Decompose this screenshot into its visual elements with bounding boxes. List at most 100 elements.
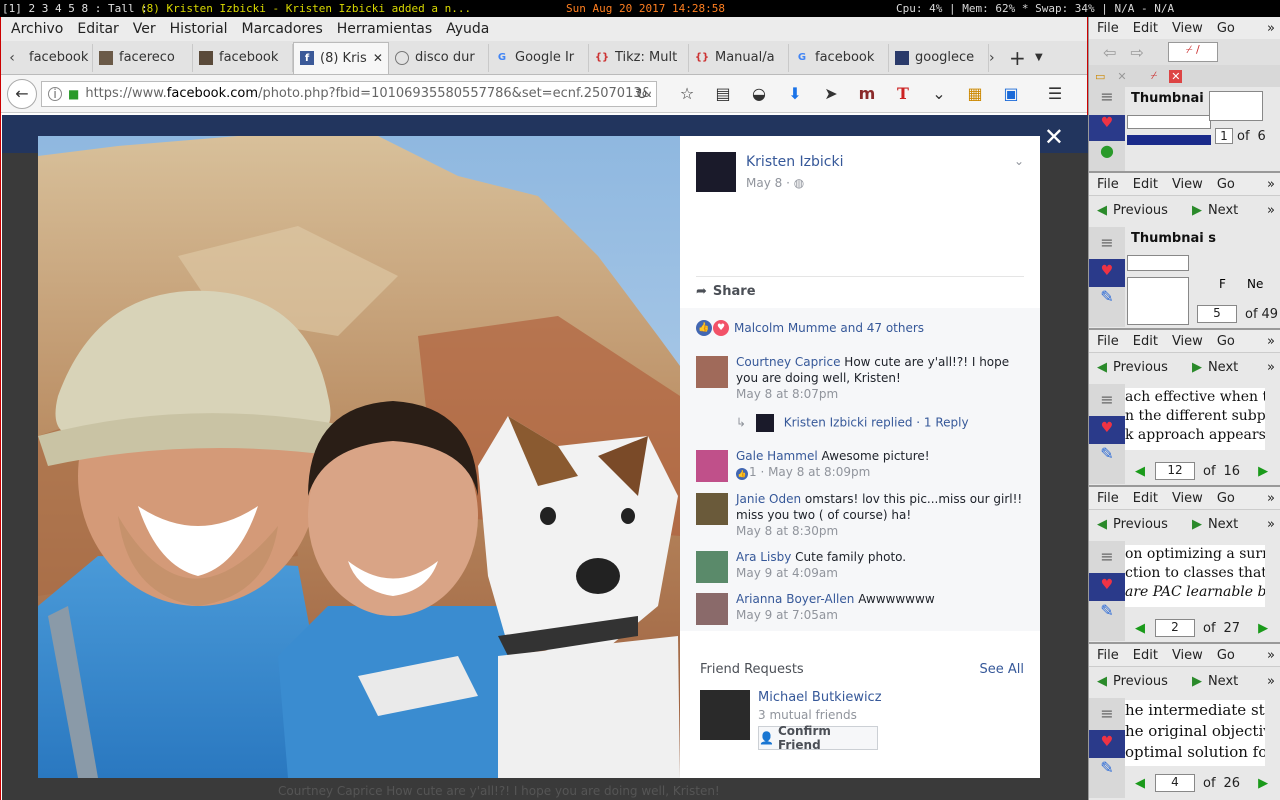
thumbnail-search[interactable]: [1127, 115, 1211, 129]
confirm-friend-button[interactable]: 👤 Confirm Friend: [758, 724, 878, 752]
url-bar[interactable]: i ■ https://www.facebook.com/photo.php?f…: [41, 80, 657, 107]
lines-icon[interactable]: ≡: [1089, 541, 1125, 573]
send-icon[interactable]: ➤: [813, 84, 849, 103]
download-icon[interactable]: ⬇: [777, 84, 813, 103]
tab[interactable]: facebook: [193, 43, 293, 72]
menu-editar[interactable]: Editar: [77, 21, 118, 37]
next-page-icon[interactable]: ▶: [1258, 621, 1268, 636]
menu-view[interactable]: View: [1172, 491, 1203, 506]
page-number[interactable]: 12: [1155, 462, 1195, 480]
pencil-icon[interactable]: ✎: [1089, 444, 1125, 474]
hamburger-menu-icon[interactable]: ☰: [1037, 84, 1073, 103]
heart-image-icon[interactable]: ♥: [1089, 416, 1125, 444]
thumbnail-preview[interactable]: [1209, 91, 1263, 121]
tab[interactable]: facereco: [93, 43, 193, 72]
overflow-chevron-icon[interactable]: »: [1267, 648, 1275, 663]
menu-herramientas[interactable]: Herramientas: [337, 21, 432, 37]
tab[interactable]: {} Manual/a: [689, 43, 789, 72]
history-back-icon[interactable]: ⇦: [1103, 43, 1116, 62]
next-page-icon[interactable]: ▶: [1258, 776, 1268, 791]
overflow-chevron-icon[interactable]: »: [1267, 517, 1275, 532]
previous-button[interactable]: ◀ Previous: [1097, 517, 1168, 532]
commenter-name[interactable]: Gale Hammel: [736, 449, 818, 463]
menu-view[interactable]: View: [1172, 21, 1203, 36]
commenter-name[interactable]: Courtney Caprice: [736, 355, 840, 369]
tab[interactable]: Gfacebook: [789, 43, 889, 72]
info-icon[interactable]: i: [48, 86, 62, 101]
page-number[interactable]: 2: [1155, 619, 1195, 637]
thumbnail-preview[interactable]: [1127, 277, 1189, 325]
commenter-avatar[interactable]: [696, 493, 728, 525]
close-tab-icon[interactable]: ✕: [373, 51, 383, 65]
menu-edit[interactable]: Edit: [1133, 491, 1158, 506]
heart-image-icon[interactable]: ♥: [1089, 259, 1125, 287]
menu-view[interactable]: View: [1172, 334, 1203, 349]
friend-name[interactable]: Michael Butkiewicz: [758, 690, 882, 705]
prev-page-icon[interactable]: ◀: [1135, 464, 1145, 479]
history-forward-icon[interactable]: ⇨: [1130, 43, 1143, 62]
menu-historial[interactable]: Historial: [170, 21, 228, 37]
menu-go[interactable]: Go: [1217, 334, 1235, 349]
reply-summary[interactable]: ↳ Kristen Izbicki replied · 1 Reply: [736, 414, 969, 432]
menu-file[interactable]: File: [1097, 21, 1119, 36]
menu-edit[interactable]: Edit: [1133, 177, 1158, 192]
menu-ayuda[interactable]: Ayuda: [446, 21, 489, 37]
page-number[interactable]: 1: [1215, 128, 1233, 144]
next-page-icon[interactable]: ▶: [1258, 464, 1268, 479]
next-button[interactable]: ▶ Next: [1192, 203, 1238, 218]
page-number[interactable]: 5: [1197, 305, 1237, 323]
previous-button[interactable]: ◀ Previous: [1097, 360, 1168, 375]
lines-icon[interactable]: ≡: [1089, 227, 1125, 259]
menu-edit[interactable]: Edit: [1133, 648, 1158, 663]
pocket-icon[interactable]: ◒: [741, 84, 777, 103]
reader-list-icon[interactable]: ▤: [705, 84, 741, 103]
extension-m-icon[interactable]: m: [849, 84, 885, 103]
workspace-list[interactable]: [1] 2 3 4 5 8 : Tall :: [2, 2, 148, 15]
menu-archivo[interactable]: Archivo: [11, 21, 63, 37]
page-number[interactable]: 4: [1155, 774, 1195, 792]
commenter-avatar[interactable]: [696, 450, 728, 482]
commenter-avatar[interactable]: [696, 356, 728, 388]
next-button[interactable]: ▶ Next: [1192, 674, 1238, 689]
menu-go[interactable]: Go: [1217, 177, 1235, 192]
tabs-scroll-right-icon[interactable]: ›: [989, 50, 1009, 66]
tab[interactable]: disco dur: [389, 43, 489, 72]
photo[interactable]: [38, 136, 680, 778]
see-all-link[interactable]: See All: [980, 662, 1025, 677]
extension-chevron-icon[interactable]: ⌄: [921, 84, 957, 103]
heart-image-icon[interactable]: ♥: [1089, 115, 1125, 141]
menu-edit[interactable]: Edit: [1133, 21, 1158, 36]
folder-icon[interactable]: ▭: [1095, 70, 1105, 83]
pencil-icon[interactable]: ✎: [1089, 601, 1125, 631]
close-photo-icon[interactable]: ✕: [1044, 123, 1064, 151]
overflow-chevron-icon[interactable]: »: [1267, 177, 1275, 192]
previous-button[interactable]: ◀ Previous: [1097, 674, 1168, 689]
new-tab-icon[interactable]: +: [1009, 46, 1035, 70]
next-button[interactable]: ▶ Next: [1192, 517, 1238, 532]
extension-t-icon[interactable]: T: [885, 84, 921, 103]
menu-file[interactable]: File: [1097, 177, 1119, 192]
author-avatar[interactable]: [696, 152, 736, 192]
overflow-chevron-icon[interactable]: »: [1267, 334, 1275, 349]
next-button[interactable]: ▶ Next: [1192, 360, 1238, 375]
mutual-friends[interactable]: 3 mutual friends: [758, 708, 857, 722]
prev-page-icon[interactable]: ◀: [1135, 621, 1145, 636]
friend-avatar[interactable]: [700, 690, 750, 740]
tab[interactable]: {} Tikz: Mult: [589, 43, 689, 72]
tab[interactable]: G Google Ir: [489, 43, 589, 72]
overflow-chevron-icon[interactable]: »: [1267, 360, 1275, 375]
tab-list-icon[interactable]: ▼: [1035, 52, 1055, 63]
close-tab-icon[interactable]: ✕: [1169, 69, 1183, 83]
path-dropdown[interactable]: ⌿ /: [1167, 42, 1218, 62]
tab[interactable]: googlece: [889, 43, 989, 72]
menu-file[interactable]: File: [1097, 491, 1119, 506]
menu-go[interactable]: Go: [1217, 491, 1235, 506]
prev-page-icon[interactable]: ◀: [1135, 776, 1145, 791]
overflow-chevron-icon[interactable]: »: [1267, 21, 1275, 36]
back-button[interactable]: ←: [7, 78, 37, 109]
heart-image-icon[interactable]: ♥: [1089, 730, 1125, 758]
commenter-name[interactable]: Arianna Boyer-Allen: [736, 592, 854, 606]
heart-image-icon[interactable]: ♥: [1089, 573, 1125, 601]
menu-file[interactable]: File: [1097, 648, 1119, 663]
reactions-summary[interactable]: 👍 ♥ Malcolm Mumme and 47 others: [696, 320, 924, 336]
